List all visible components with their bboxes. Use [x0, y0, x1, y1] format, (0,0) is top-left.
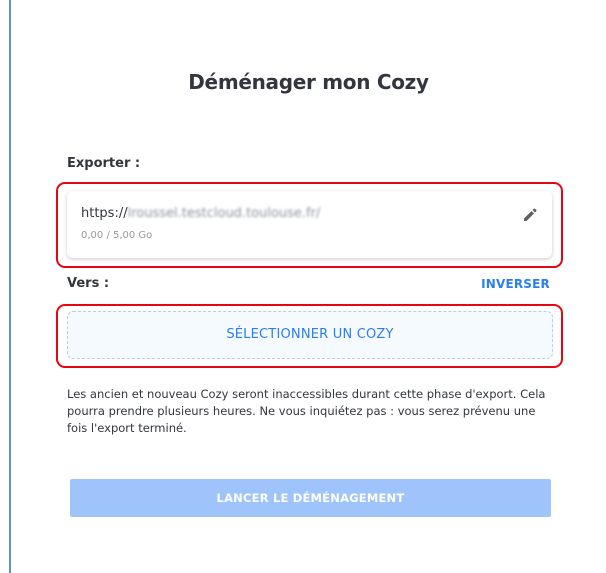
swap-button[interactable]: Inverser [481, 277, 550, 291]
export-label: Exporter : [67, 156, 141, 171]
pencil-icon[interactable] [522, 207, 538, 223]
migration-dialog: Déménager mon Cozy Exporter : https://lr… [0, 0, 606, 573]
export-info-text: Les ancien et nouveau Cozy seront inacce… [67, 387, 546, 435]
target-label: Vers : [67, 276, 110, 291]
source-url-domain: lroussel.testcloud.toulouse.fr/ [127, 206, 321, 221]
source-cozy-card: https://lroussel.testcloud.toulouse.fr/ … [67, 191, 552, 258]
launch-migration-button[interactable]: Lancer le déménagement [70, 479, 551, 517]
source-url: https://lroussel.testcloud.toulouse.fr/ [81, 206, 320, 221]
dialog-title: Déménager mon Cozy [188, 70, 429, 94]
select-cozy-button[interactable]: Sélectionner un Cozy [67, 311, 553, 359]
source-url-prefix: https:// [81, 206, 128, 221]
pencil-icon-graphic [524, 208, 537, 221]
source-storage-usage: 0,00 / 5,00 Go [81, 230, 153, 241]
